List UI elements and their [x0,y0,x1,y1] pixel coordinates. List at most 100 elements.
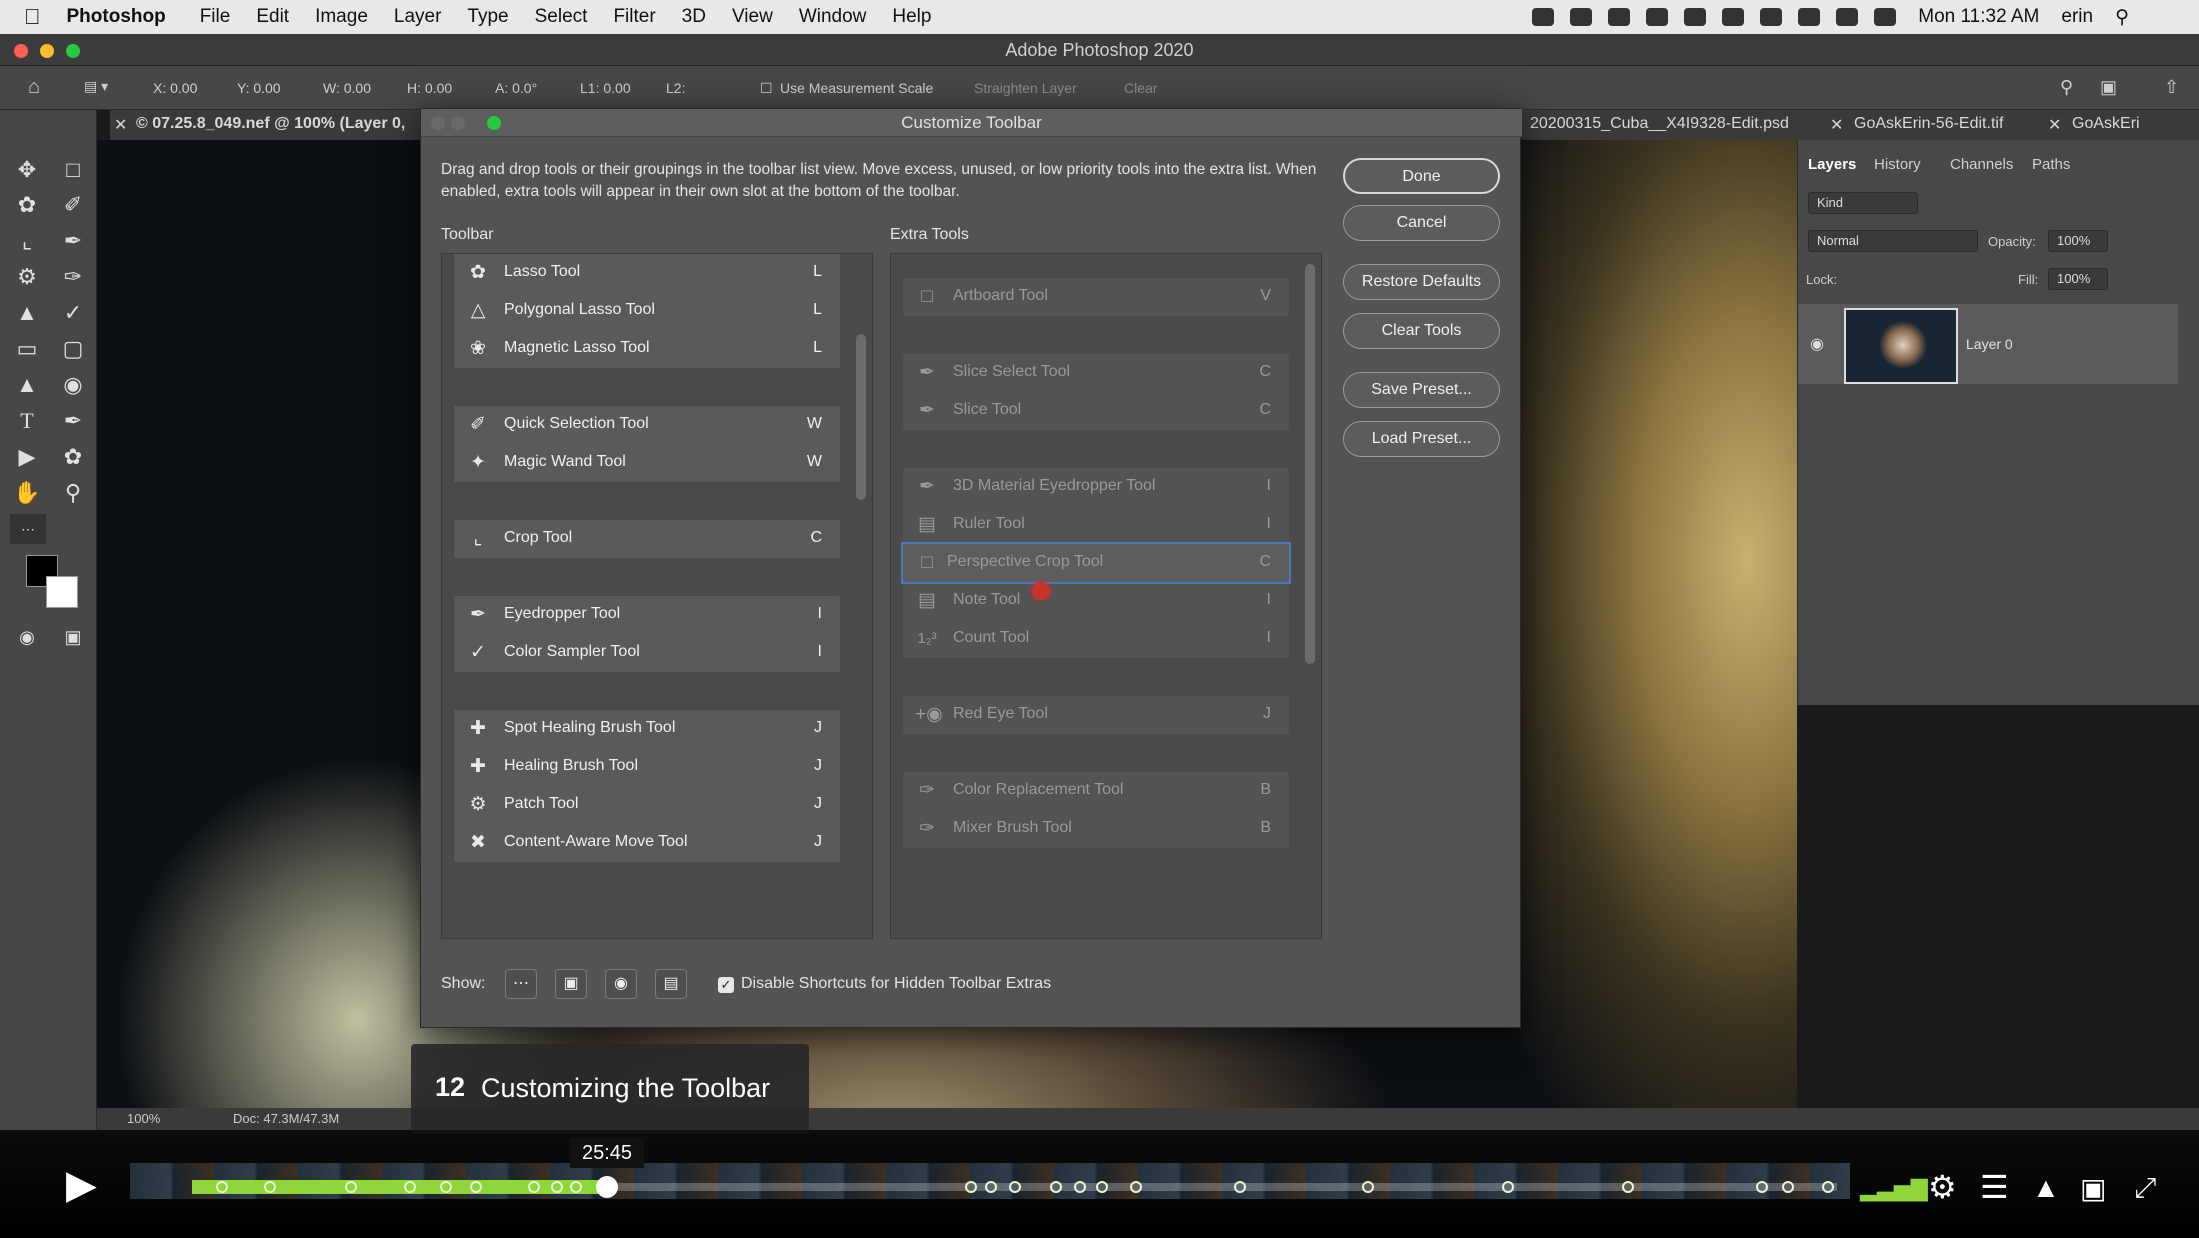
save-preset-button[interactable]: Save Preset... [1343,372,1500,408]
airplay-icon[interactable]: ▲ [2032,1172,2060,1204]
chapter-marker[interactable] [345,1181,357,1193]
eraser-tool-icon[interactable]: ▭ [12,334,42,364]
chapter-marker[interactable] [570,1181,582,1193]
tray-icon[interactable] [1760,8,1783,26]
type-tool-icon[interactable]: T [12,406,42,436]
zoom-tool-icon[interactable]: ⚲ [58,478,88,508]
layer-filter-kind[interactable]: Kind [1808,192,1918,214]
settings-gear-icon[interactable]: ⚙ [1928,1168,1957,1206]
blur-tool-icon[interactable]: ▲ [12,370,42,400]
chapter-marker[interactable] [1822,1181,1834,1193]
chapter-marker[interactable] [404,1181,416,1193]
tool-item-polygonal-lasso[interactable]: △ Polygonal Lasso Tool L [454,292,840,330]
menu-layer[interactable]: Layer [394,6,442,28]
blend-mode-select[interactable]: Normal [1808,230,1978,252]
move-tool-icon[interactable]: ✥ [12,155,42,185]
screen-mode-icon[interactable]: ▣ [58,622,88,652]
tool-group[interactable]: □ Artboard Tool V [903,278,1289,316]
menu-edit[interactable]: Edit [256,6,289,28]
timeline-track[interactable] [607,1183,1837,1191]
tool-group[interactable]: ✒ 3D Material Eyedropper Tool I ▤ Ruler … [901,468,1291,658]
tool-group[interactable]: ✐ Quick Selection Tool W ✦ Magic Wand To… [454,406,840,482]
menu-file[interactable]: File [200,6,231,28]
airplay-icon[interactable] [1836,8,1859,26]
dodge-tool-icon[interactable]: ◉ [58,370,88,400]
extra-tools-icon[interactable]: ⋯ [10,514,46,544]
close-tab-icon[interactable]: ✕ [114,115,127,135]
tool-item-count[interactable]: 1₂³ Count Tool I [903,620,1289,658]
tool-item-spot-healing[interactable]: ✚ Spot Healing Brush Tool J [454,710,840,748]
eyedropper-tool-icon[interactable]: ✒ [58,226,88,256]
disable-shortcuts-checkbox[interactable]: ✓ [718,977,734,993]
tool-group[interactable]: ⌞ Crop Tool C [454,520,840,558]
picture-in-picture-icon[interactable]: ▣ [2080,1172,2106,1205]
tab-active-document[interactable]: © 07.25.8_049.nef @ 100% (Layer 0, [136,115,405,133]
tool-item-quick-selection[interactable]: ✐ Quick Selection Tool W [454,406,840,444]
show-screen-mode-icon[interactable]: ▤ [655,969,687,999]
done-button[interactable]: Done [1343,158,1500,194]
workspace-icon[interactable]: ▣ [2100,77,2117,98]
tool-item-artboard[interactable]: □ Artboard Tool V [903,278,1289,316]
tool-item-patch[interactable]: ⚙ Patch Tool J [454,786,840,824]
tool-item-mixer-brush[interactable]: ✑ Mixer Brush Tool B [903,810,1289,848]
marquee-tool-icon[interactable]: □ [58,155,88,185]
show-quick-mask-icon[interactable]: ◉ [605,969,637,999]
dialog-zoom-icon[interactable] [487,116,501,130]
tool-item-3d-material-eyedropper[interactable]: ✒ 3D Material Eyedropper Tool I [903,468,1289,506]
fullscreen-icon[interactable]: ⤢ [2134,1172,2156,1205]
menu-filter[interactable]: Filter [613,6,655,28]
tool-group[interactable]: ✑ Color Replacement Tool B ✑ Mixer Brush… [903,772,1289,848]
path-selection-icon[interactable]: ▶ [12,442,42,472]
chapter-marker[interactable] [551,1181,563,1193]
show-extras-icon[interactable]: ⋯ [505,969,537,999]
chapter-marker[interactable] [1009,1181,1021,1193]
tab-layers[interactable]: Layers [1808,156,1856,173]
menu-image[interactable]: Image [315,6,368,28]
chapter-marker[interactable] [965,1181,977,1193]
tool-item-content-aware-move[interactable]: ✖ Content-Aware Move Tool J [454,824,840,862]
tool-item-eyedropper[interactable]: ✒ Eyedropper Tool I [454,596,840,634]
wifi-icon[interactable] [1798,8,1821,26]
menu-select[interactable]: Select [535,6,588,28]
show-colors-icon[interactable]: ▣ [555,969,587,999]
chapter-marker[interactable] [264,1181,276,1193]
tool-item-lasso[interactable]: ✿ Lasso Tool L [454,254,840,292]
tool-item-note[interactable]: ▤ Note Tool I [903,582,1289,620]
menu-app-name[interactable]: Photoshop [67,6,166,28]
visibility-eye-icon[interactable]: ◉ [1810,334,1824,354]
tool-item-healing-brush[interactable]: ✚ Healing Brush Tool J [454,748,840,786]
chapter-marker[interactable] [985,1181,997,1193]
restore-defaults-button[interactable]: Restore Defaults [1343,264,1500,300]
patch-tool-icon[interactable]: ⚙ [12,262,42,292]
chapter-marker[interactable] [1096,1181,1108,1193]
tool-group[interactable]: ✒ Slice Select Tool C ✒ Slice Tool C [903,354,1289,430]
brush-tool-icon[interactable]: ✑ [58,262,88,292]
load-preset-button[interactable]: Load Preset... [1343,421,1500,457]
tool-item-color-sampler[interactable]: ✓ Color Sampler Tool I [454,634,840,672]
chapter-marker[interactable] [1050,1181,1062,1193]
tray-icon[interactable] [1646,8,1669,26]
stamp-tool-icon[interactable]: ▲ [12,298,42,328]
clear-tools-button[interactable]: Clear Tools [1343,313,1500,349]
toolbar-list[interactable]: ✿ Lasso Tool L △ Polygonal Lasso Tool L … [441,253,873,939]
chapter-marker[interactable] [470,1181,482,1193]
tray-icon[interactable] [1570,8,1593,26]
tab-document[interactable]: GoAskErin-56-Edit.tif [1854,115,2003,133]
menu-3d[interactable]: 3D [682,6,706,28]
user-name[interactable]: erin [2061,6,2093,28]
layer-row[interactable]: ◉ Layer 0 [1798,304,2178,384]
chapter-marker[interactable] [1502,1181,1514,1193]
tray-icon[interactable] [1722,8,1745,26]
chapter-marker[interactable] [1756,1181,1768,1193]
quick-mask-icon[interactable]: ◉ [12,622,42,652]
extra-list-scrollbar[interactable] [1305,264,1315,664]
menu-type[interactable]: Type [467,6,508,28]
toolbar-list-scrollbar[interactable] [856,334,866,500]
dialog-close-icon[interactable] [431,116,445,130]
menu-view[interactable]: View [732,6,773,28]
tool-group[interactable]: ✿ Lasso Tool L △ Polygonal Lasso Tool L … [454,254,840,368]
share-icon[interactable]: ⇧ [2164,77,2179,98]
chapter-marker[interactable] [1234,1181,1246,1193]
extra-tools-list[interactable]: □ Artboard Tool V ✒ Slice Select Tool C … [890,253,1322,939]
quality-bars-icon[interactable]: ▂▃▅▇ [1860,1176,1928,1202]
